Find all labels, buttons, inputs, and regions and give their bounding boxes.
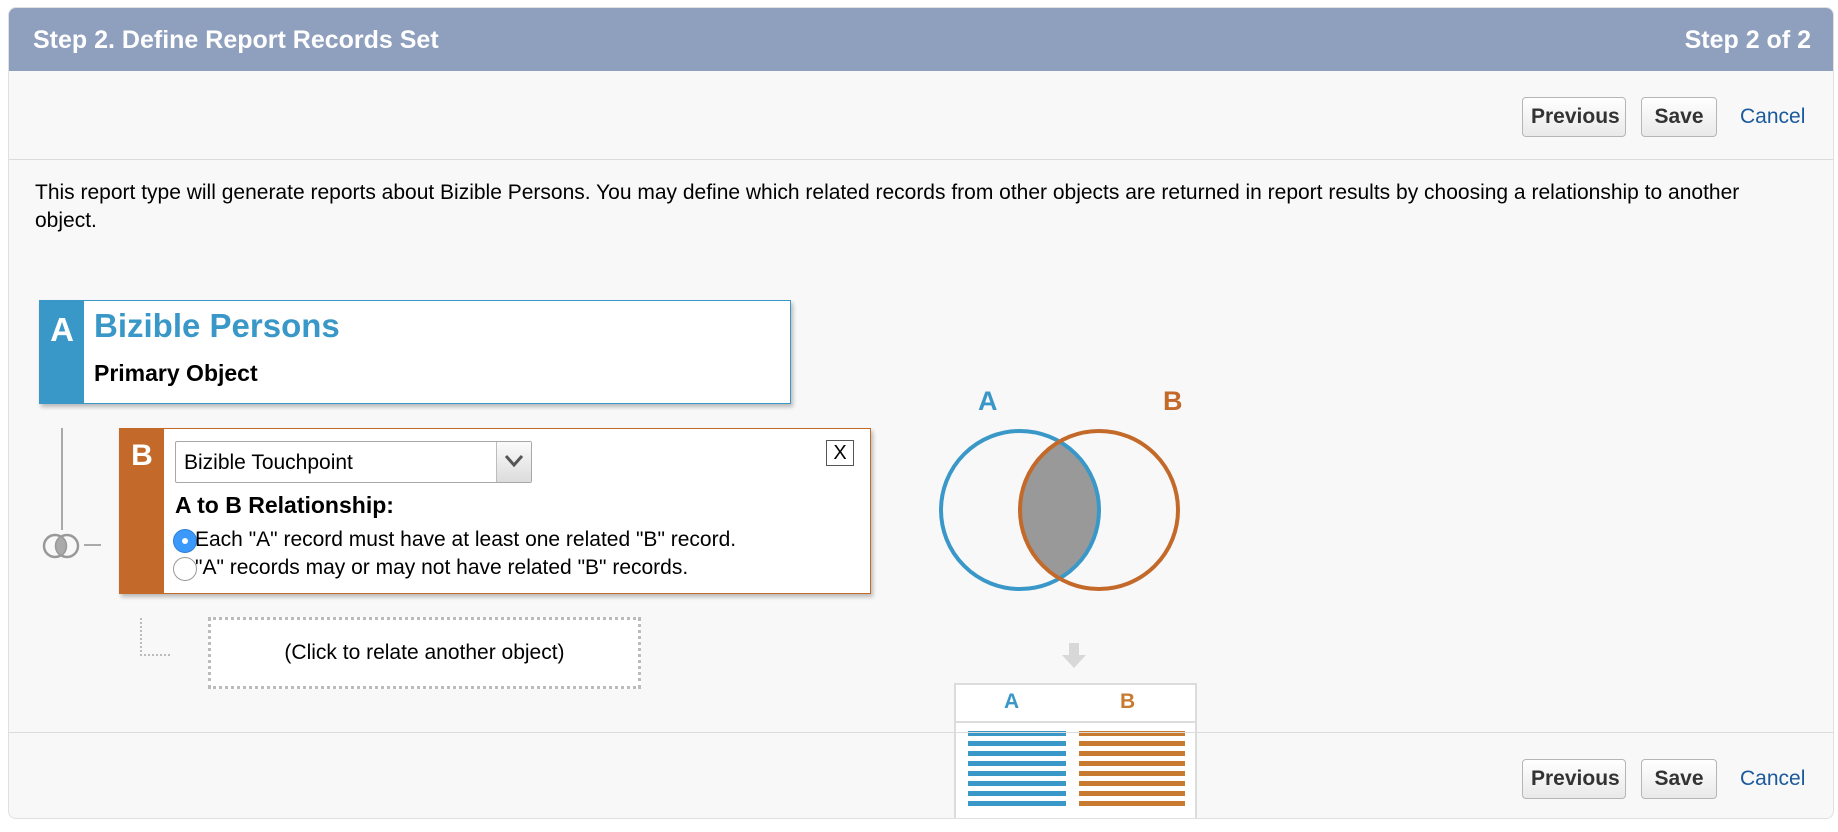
previous-button[interactable]: Previous xyxy=(1522,759,1626,799)
main-content: This report type will generate reports a… xyxy=(9,160,1833,818)
table-col-b: B xyxy=(1120,690,1136,713)
connector-stub xyxy=(81,544,101,546)
venn-label-b: B xyxy=(1163,386,1183,416)
venn-label-a: A xyxy=(978,386,998,416)
radio-outer-join-label: "A" records may or may not have related … xyxy=(195,556,689,579)
down-arrow-icon xyxy=(1062,643,1086,668)
cancel-link[interactable]: Cancel xyxy=(1740,767,1805,791)
dotted-connector xyxy=(140,618,170,656)
page-title: Step 2. Define Report Records Set xyxy=(33,26,439,54)
venn-diagram: A B xyxy=(939,386,1183,591)
relationship-label: A to B Relationship: xyxy=(175,492,394,518)
save-button[interactable]: Save xyxy=(1641,759,1717,799)
cancel-link[interactable]: Cancel xyxy=(1740,105,1805,129)
page-header: Step 2. Define Report Records Set Step 2… xyxy=(9,8,1833,71)
chevron-down-icon[interactable] xyxy=(496,442,531,482)
primary-object-box: A Bizible Persons Primary Object xyxy=(39,300,791,404)
object-b-tag: B xyxy=(120,429,164,593)
bottom-button-bar: Previous Save Cancel xyxy=(9,732,1833,818)
close-icon[interactable]: X xyxy=(826,440,854,466)
primary-object-label: Primary Object xyxy=(94,360,258,386)
connector-line xyxy=(61,428,63,536)
related-object-box: B Bizible Touchpoint X A to B Relationsh… xyxy=(119,428,871,594)
relate-another-object-button[interactable]: (Click to relate another object) xyxy=(208,617,641,689)
object-a-tag: A xyxy=(40,301,84,403)
radio-inner-join[interactable] xyxy=(173,529,197,553)
related-object-select-value: Bizible Touchpoint xyxy=(184,451,353,474)
table-divider xyxy=(956,721,1195,723)
primary-object-name: Bizible Persons xyxy=(94,307,340,344)
join-icon xyxy=(40,530,84,562)
save-button[interactable]: Save xyxy=(1641,97,1717,137)
intro-text: This report type will generate reports a… xyxy=(35,181,1740,232)
radio-inner-join-label: Each "A" record must have at least one r… xyxy=(195,528,737,551)
radio-outer-join[interactable] xyxy=(173,557,197,581)
wizard-panel: Step 2. Define Report Records Set Step 2… xyxy=(8,7,1834,819)
step-indicator: Step 2 of 2 xyxy=(1684,26,1811,54)
table-col-a: A xyxy=(1004,690,1020,713)
related-object-select[interactable]: Bizible Touchpoint xyxy=(175,441,532,483)
top-button-bar: Previous Save Cancel xyxy=(9,71,1833,160)
previous-button[interactable]: Previous xyxy=(1522,97,1626,137)
